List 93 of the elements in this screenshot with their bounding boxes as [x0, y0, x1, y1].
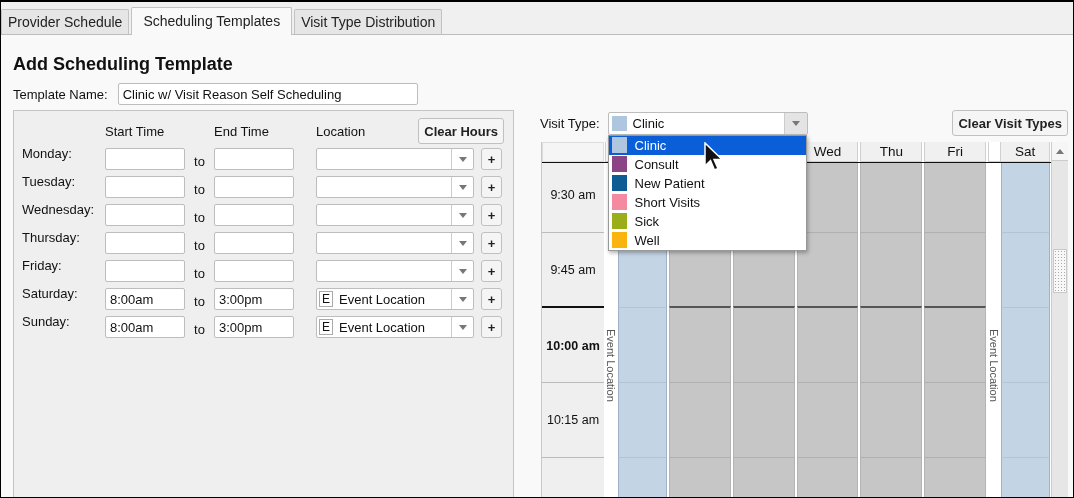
start-time-field[interactable]	[105, 232, 185, 254]
unavailable-slot[interactable]	[732, 306, 795, 383]
up-arrow-icon	[1056, 148, 1064, 154]
location-dropdown[interactable]: E Event Location	[316, 288, 474, 310]
menu-item[interactable]: Clinic	[608, 135, 806, 155]
day-label: Tuesday:	[22, 174, 76, 189]
time-cell: 9:45 am	[542, 233, 604, 308]
unavailable-slot[interactable]	[860, 306, 923, 383]
location-value: Event Location	[339, 319, 425, 335]
caret-icon	[458, 212, 467, 218]
location-dropdown[interactable]	[316, 232, 474, 254]
location-label: Event Location	[988, 329, 1001, 402]
location-dropdown[interactable]	[316, 176, 474, 198]
add-button[interactable]: +	[481, 288, 502, 310]
to-label: to	[193, 264, 206, 281]
add-button[interactable]: +	[481, 148, 502, 170]
end-time-field[interactable]	[214, 204, 294, 226]
column-header: Location	[316, 123, 366, 139]
day-header: Sat	[988, 142, 1050, 162]
day-label: Friday:	[22, 258, 63, 273]
to-label: to	[193, 208, 206, 225]
to-label: to	[193, 180, 206, 197]
caret-icon	[458, 184, 467, 190]
tab[interactable]: Scheduling Templates	[131, 7, 293, 35]
template-name-label: Template Name:	[13, 86, 108, 102]
location-dropdown[interactable]	[316, 148, 474, 170]
menu-item[interactable]: Sick	[608, 211, 806, 231]
day-label: Saturday:	[22, 286, 79, 301]
add-button[interactable]: +	[481, 260, 502, 282]
caret-icon	[458, 324, 467, 330]
to-label: to	[193, 152, 206, 169]
to-label: to	[193, 320, 206, 337]
caret-icon	[791, 120, 800, 126]
template-name-field[interactable]: Clinic w/ Visit Reason Self Scheduling	[117, 83, 418, 105]
caret-icon	[458, 296, 467, 302]
visit-type-dropdown[interactable]: Clinic	[607, 111, 808, 135]
add-button[interactable]: +	[481, 176, 502, 198]
add-button[interactable]: +	[481, 232, 502, 254]
start-time-field[interactable]: 8:00am	[105, 316, 185, 338]
to-label: to	[193, 292, 206, 309]
section-title: Add Scheduling Template	[13, 54, 234, 76]
column-header: End Time	[214, 123, 270, 139]
location-badge: E	[319, 319, 333, 335]
unavailable-slot[interactable]	[668, 306, 731, 383]
caret-icon	[458, 268, 467, 274]
add-button[interactable]: +	[481, 316, 502, 338]
caret-icon	[458, 156, 467, 162]
day-label: Monday:	[22, 146, 73, 161]
unavailable-slot[interactable]	[796, 306, 859, 383]
location-value: Event Location	[339, 291, 425, 307]
unavailable-slot[interactable]	[860, 233, 923, 308]
add-button[interactable]: +	[481, 204, 502, 226]
end-time-field[interactable]	[214, 260, 294, 282]
day-header: Fri	[924, 142, 987, 162]
clear-hours-button[interactable]: Clear Hours	[418, 118, 504, 144]
unavailable-slot[interactable]	[924, 233, 987, 308]
caret-icon	[458, 240, 467, 246]
color-swatch	[611, 115, 627, 131]
end-time-field[interactable]: 3:00pm	[214, 288, 294, 310]
location-label: Event Location	[605, 329, 617, 402]
column-header: Start Time	[105, 123, 166, 139]
unavailable-slot[interactable]	[796, 233, 859, 308]
start-time-field[interactable]	[105, 148, 185, 170]
end-time-field[interactable]	[214, 176, 294, 198]
to-label: to	[193, 236, 206, 253]
location-dropdown[interactable]: E Event Location	[316, 316, 474, 338]
tab[interactable]: Visit Type Distribution	[294, 9, 443, 34]
day-label: Sunday:	[22, 314, 71, 329]
start-time-field[interactable]	[105, 176, 185, 198]
location-dropdown[interactable]	[316, 260, 474, 282]
start-time-field[interactable]	[105, 260, 185, 282]
day-label: Wednesday:	[22, 202, 96, 217]
clear-visit-types-button[interactable]: Clear Visit Types	[952, 110, 1068, 136]
day-header: Thu	[860, 142, 923, 162]
day-label: Thursday:	[22, 230, 81, 245]
location-dropdown[interactable]	[316, 204, 474, 226]
time-cell: 10:15 am	[542, 383, 604, 458]
tab[interactable]: Provider Schedule	[1, 9, 130, 34]
location-badge: E	[319, 291, 333, 307]
visit-type-label: Visit Type:	[540, 115, 600, 131]
scroll-thumb[interactable]	[1053, 249, 1067, 293]
menu-item[interactable]: New Patient	[608, 173, 806, 193]
end-time-field[interactable]	[214, 232, 294, 254]
menu-item[interactable]: Short Visits	[608, 192, 806, 212]
end-time-field[interactable]: 3:00pm	[214, 316, 294, 338]
end-time-field[interactable]	[214, 148, 294, 170]
start-time-field[interactable]	[105, 204, 185, 226]
unavailable-slot[interactable]	[924, 306, 987, 383]
start-time-field[interactable]: 8:00am	[105, 288, 185, 310]
time-cell: 9:30 am	[542, 163, 604, 233]
scrollbar[interactable]	[1051, 142, 1068, 497]
visit-type-value: Clinic	[632, 115, 666, 131]
menu-item[interactable]: Well	[608, 230, 806, 250]
